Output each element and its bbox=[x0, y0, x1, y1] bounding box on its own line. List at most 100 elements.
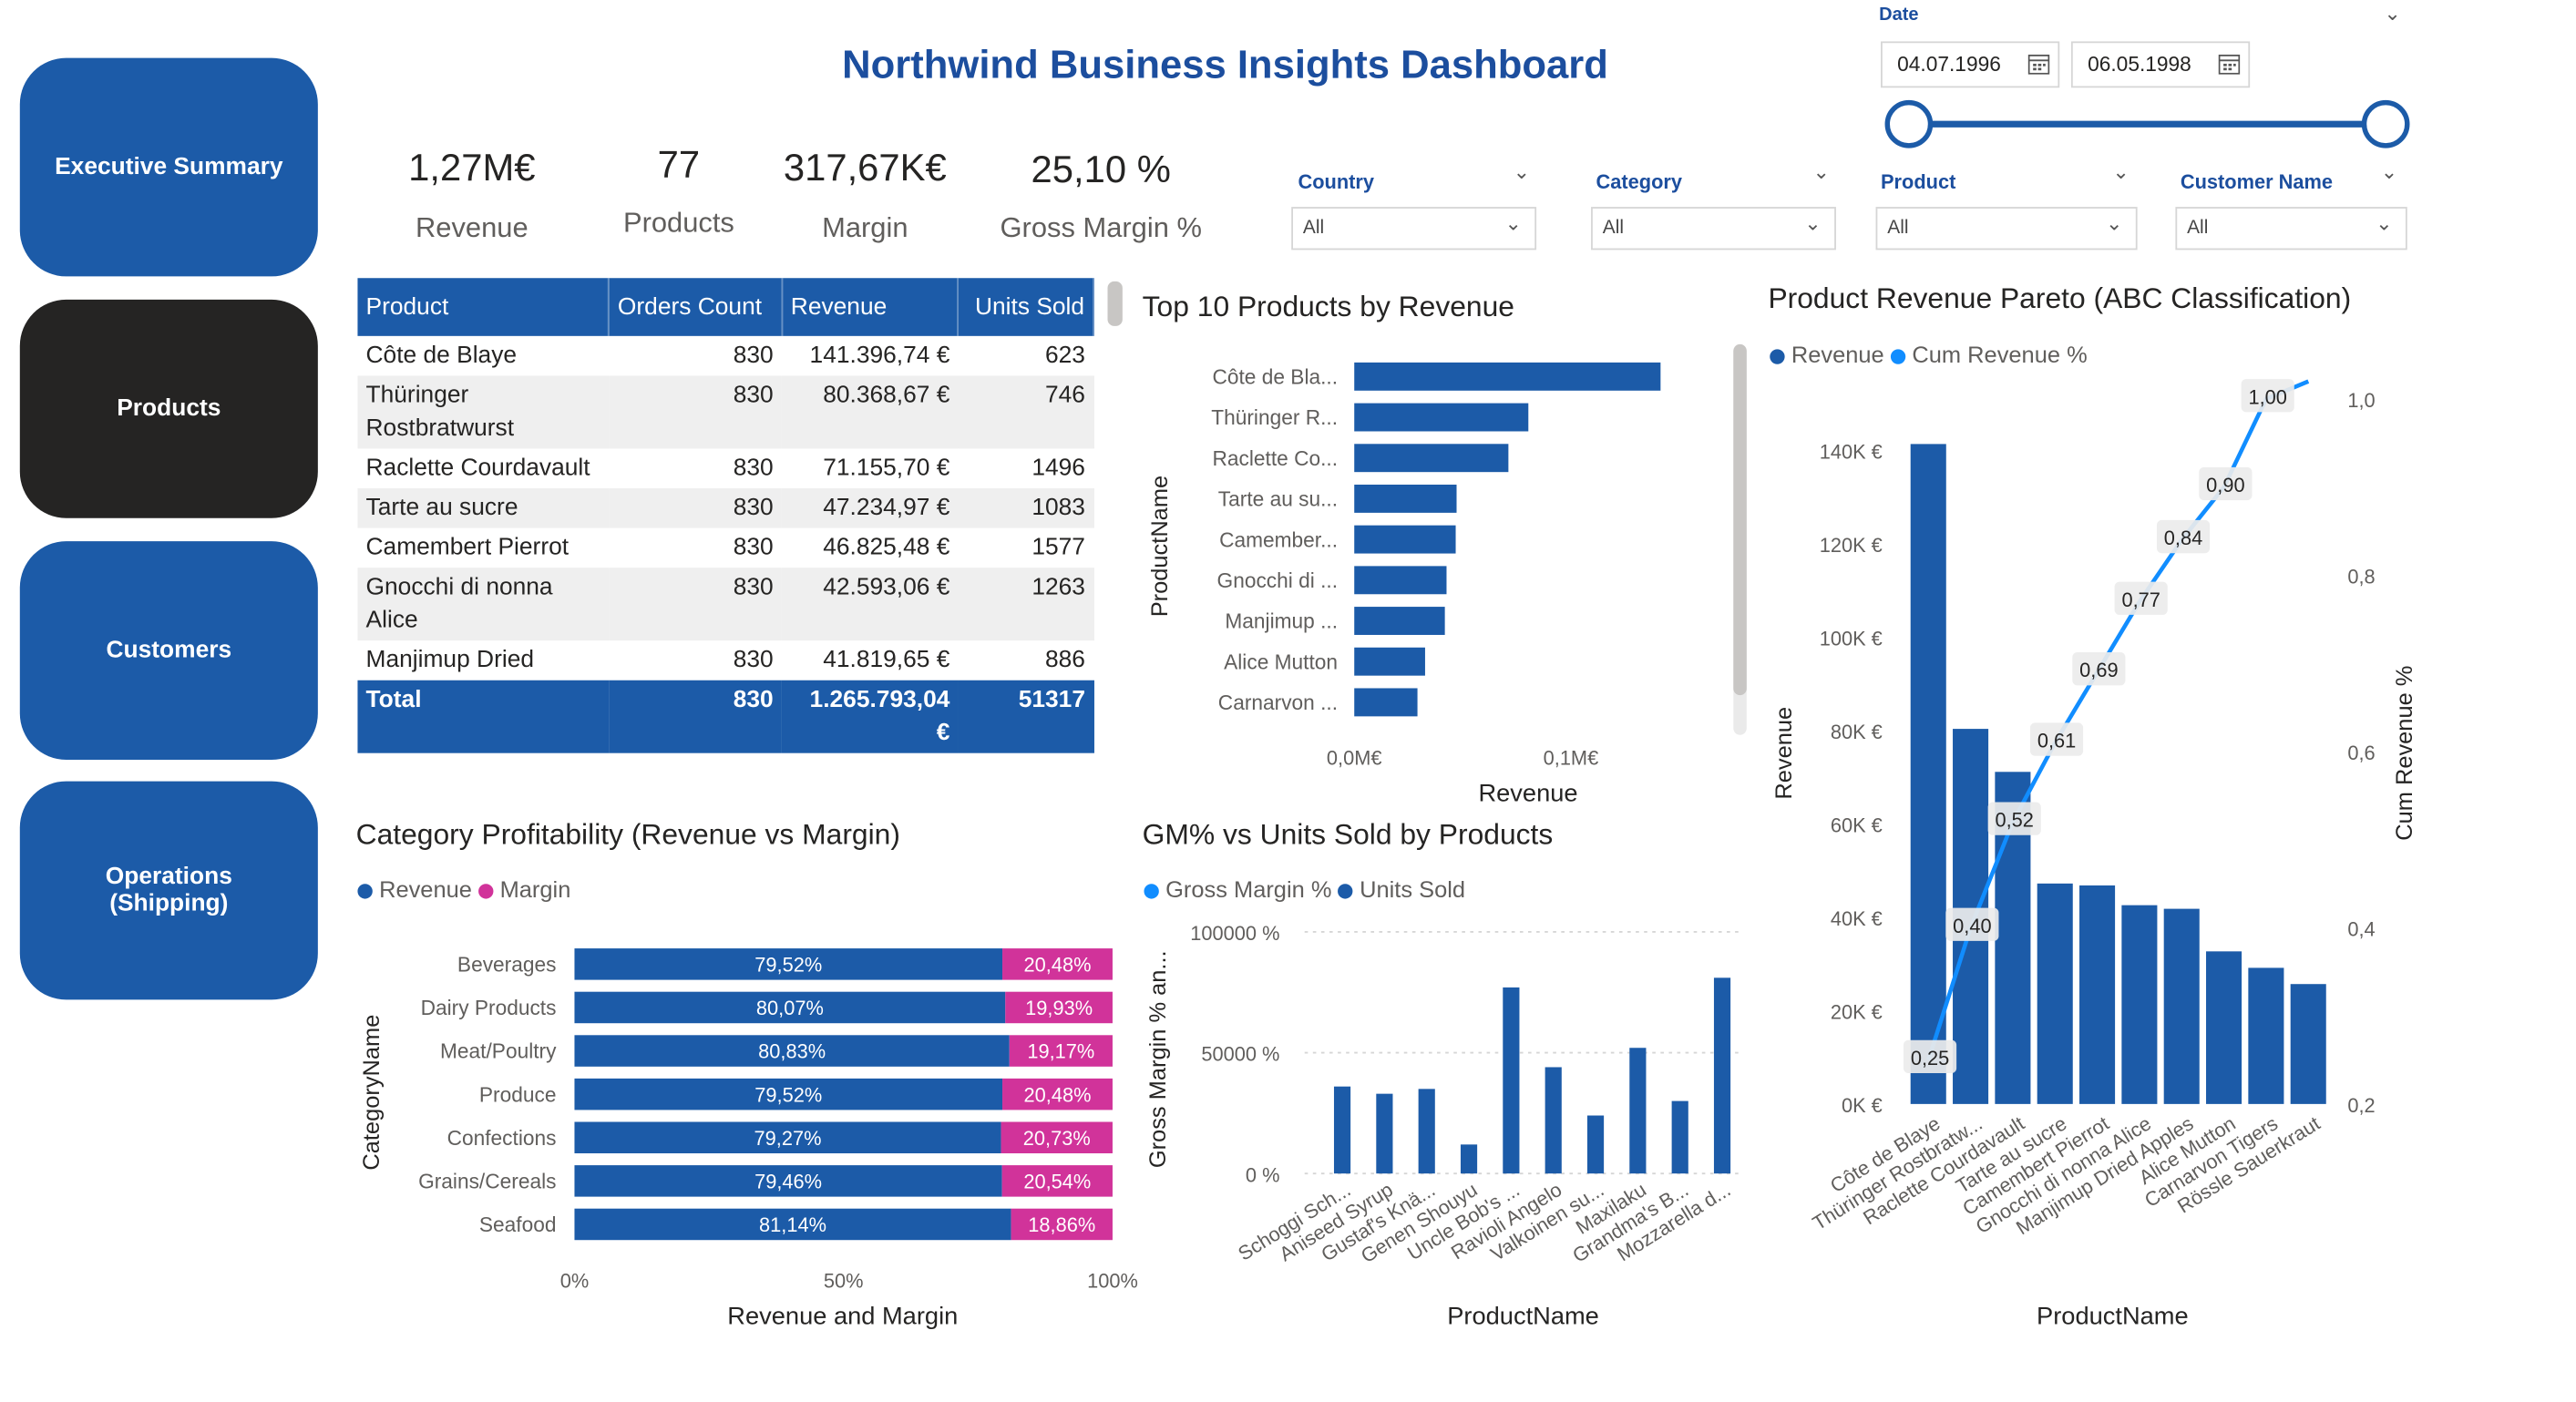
table-row[interactable]: Côte de Blaye 830 141.396,74 € 623 bbox=[357, 336, 1093, 376]
date-range-slider[interactable] bbox=[1871, 96, 2427, 155]
category-tick-label: Manjimup ... bbox=[1225, 609, 1338, 633]
cell-revenue: 80.368,67 € bbox=[781, 375, 959, 449]
data-label-cum-revenue: 0,69 bbox=[2079, 659, 2118, 681]
y-axis-label: Revenue bbox=[1771, 707, 1797, 800]
data-label-margin: 20,54% bbox=[1023, 1171, 1091, 1193]
category-tick-label: Confections bbox=[447, 1126, 557, 1150]
customer-dropdown[interactable]: All ⌄ bbox=[2175, 207, 2407, 251]
column-header-orders-count[interactable]: Orders Count bbox=[608, 278, 783, 336]
top10-scrollbar-thumb[interactable] bbox=[1733, 343, 1747, 696]
legend-label-gross-margin: Gross Margin % bbox=[1165, 875, 1332, 903]
bar bbox=[1354, 484, 1457, 513]
legend-item-margin[interactable]: Margin bbox=[477, 875, 570, 902]
bar-revenue bbox=[2163, 908, 2200, 1104]
product-slicer-chevron-icon[interactable]: ⌄ bbox=[2112, 160, 2129, 183]
cell-units-sold: 746 bbox=[958, 375, 1094, 449]
date-slicer-chevron-icon[interactable]: ⌄ bbox=[2384, 2, 2400, 25]
cell-revenue: 42.593,06 € bbox=[781, 568, 959, 641]
legend-item-gross-margin[interactable]: Gross Margin % bbox=[1144, 875, 1331, 902]
bar-units-sold bbox=[1460, 1144, 1478, 1174]
total-revenue: 1.265.793,04 € bbox=[781, 680, 959, 753]
calendar-icon[interactable] bbox=[2218, 53, 2241, 75]
nav-operations-button[interactable]: Operations (Shipping) bbox=[19, 781, 318, 1000]
category-tick-label: Dairy Products bbox=[421, 996, 557, 1019]
y-tick-label: 100K € bbox=[1820, 628, 1883, 650]
nav-customers-button[interactable]: Customers bbox=[19, 541, 318, 760]
data-label-revenue: 79,52% bbox=[754, 1083, 822, 1106]
data-label-cum-revenue: 0,61 bbox=[2037, 730, 2076, 752]
bar bbox=[1354, 362, 1661, 391]
legend-dot-icon bbox=[357, 883, 373, 899]
table-row[interactable]: Gnocchi di nonna Alice 830 42.593,06 €1263 bbox=[357, 568, 1094, 641]
top10-scrollbar-track[interactable] bbox=[1733, 343, 1747, 735]
country-dropdown[interactable]: All ⌄ bbox=[1291, 207, 1537, 251]
category-slicer-chevron-icon[interactable]: ⌄ bbox=[1813, 160, 1830, 183]
kpi-margin-value: 317,67K€ bbox=[783, 145, 947, 189]
cell-product: Raclette Courdavault bbox=[365, 455, 590, 482]
x-axis-label: ProductName bbox=[1447, 1302, 1599, 1330]
date-range-end-handle[interactable] bbox=[2361, 99, 2410, 148]
bar-units-sold bbox=[1418, 1089, 1435, 1174]
data-label-revenue: 79,46% bbox=[754, 1171, 822, 1193]
data-label-cum-revenue: 0,84 bbox=[2164, 527, 2202, 549]
cell-units-sold: 1496 bbox=[1031, 455, 1085, 482]
y-tick-label: 80K € bbox=[1831, 721, 1883, 743]
country-slicer-chevron-icon[interactable]: ⌄ bbox=[1514, 160, 1530, 183]
total-label: Total bbox=[357, 680, 609, 753]
category-tick-label: Camember... bbox=[1219, 527, 1338, 551]
column-header-revenue[interactable]: Revenue bbox=[781, 278, 960, 336]
product-dropdown[interactable]: All ⌄ bbox=[1875, 207, 2138, 251]
product-slicer-label: Product bbox=[1880, 170, 1956, 194]
calendar-icon[interactable] bbox=[2027, 53, 2050, 75]
legend-item-revenue[interactable]: Revenue bbox=[1770, 341, 1884, 367]
data-label-margin: 20,48% bbox=[1024, 954, 1092, 977]
bar-revenue bbox=[2248, 967, 2284, 1104]
cell-orders-count: 830 bbox=[733, 455, 774, 482]
table-row[interactable]: Thüringer Rostbratwurst 830 80.368,67 €746 bbox=[357, 375, 1094, 449]
table-scrollbar[interactable] bbox=[1107, 281, 1123, 326]
nav-executive-summary-button[interactable]: Executive Summary bbox=[19, 57, 318, 277]
customer-slicer-chevron-icon[interactable]: ⌄ bbox=[2381, 160, 2397, 183]
top10-bar-chart: Côte de Bla... Thüringer R... Raclette Co.… bbox=[1147, 362, 1661, 806]
customer-slicer-label: Customer Name bbox=[2180, 170, 2334, 194]
cell-units-sold: 1577 bbox=[1031, 534, 1085, 561]
legend-dot-icon bbox=[1144, 883, 1159, 899]
cell-product: Gnocchi di nonna Alice bbox=[357, 568, 609, 641]
y-tick-label: 0 % bbox=[1246, 1163, 1280, 1186]
total-orders-count: 830 bbox=[608, 680, 782, 753]
chevron-down-icon: ⌄ bbox=[2105, 211, 2123, 235]
cell-units-sold: 1083 bbox=[958, 487, 1094, 528]
total-units-sold: 51317 bbox=[958, 680, 1094, 753]
category-chart-title: Category Profitability (Revenue vs Margi… bbox=[355, 817, 900, 851]
data-label-margin: 20,48% bbox=[1024, 1083, 1092, 1106]
data-label-cum-revenue: 0,40 bbox=[1953, 915, 1991, 937]
column-header-units-sold[interactable]: Units Sold bbox=[958, 278, 1094, 336]
cell-orders-count: 830 bbox=[608, 568, 782, 641]
x-tick-label: 50% bbox=[824, 1270, 864, 1293]
cell-orders-count: 830 bbox=[733, 647, 774, 674]
date-end-input[interactable]: 06.05.1998 bbox=[2070, 41, 2251, 88]
cell-revenue: 41.819,65 € bbox=[823, 647, 950, 674]
column-header-product[interactable]: Product bbox=[357, 278, 610, 336]
category-tick-label: Alice Mutton bbox=[1224, 650, 1338, 673]
data-label-margin: 20,73% bbox=[1023, 1127, 1091, 1150]
table-row[interactable]: Camembert Pierrot 830 46.825,48 € 1577 bbox=[357, 528, 1093, 568]
legend-item-revenue[interactable]: Revenue bbox=[357, 875, 472, 903]
date-range-start-handle[interactable] bbox=[1884, 99, 1934, 148]
category-dropdown[interactable]: All ⌄ bbox=[1591, 207, 1836, 251]
nav-products-button[interactable]: Products bbox=[19, 299, 318, 518]
y-tick-label: 60K € bbox=[1831, 814, 1883, 837]
y-tick-label: 40K € bbox=[1831, 907, 1883, 930]
date-start-input[interactable]: 04.07.1996 bbox=[1880, 41, 2060, 88]
nav-customers-label: Customers bbox=[106, 637, 232, 664]
nav-operations-label: Operations (Shipping) bbox=[106, 864, 232, 916]
data-label-cum-revenue: 0,52 bbox=[1995, 809, 2033, 832]
legend-item-cum-revenue[interactable]: Cum Revenue % bbox=[1890, 341, 2088, 367]
x-axis-label: Revenue and Margin bbox=[727, 1302, 958, 1330]
table-row[interactable]: Manjimup Dried 830 41.819,65 € 886 bbox=[357, 640, 1093, 681]
kpi-products-label: Products bbox=[622, 207, 734, 239]
table-row[interactable]: Raclette Courdavault 830 71.155,70 € 1496 bbox=[357, 448, 1093, 488]
table-row[interactable]: Tarte au sucre 830 47.234,97 €1083 bbox=[357, 487, 1094, 528]
legend-item-units-sold[interactable]: Units Sold bbox=[1338, 875, 1465, 902]
legend-label-revenue: Revenue bbox=[379, 875, 472, 903]
